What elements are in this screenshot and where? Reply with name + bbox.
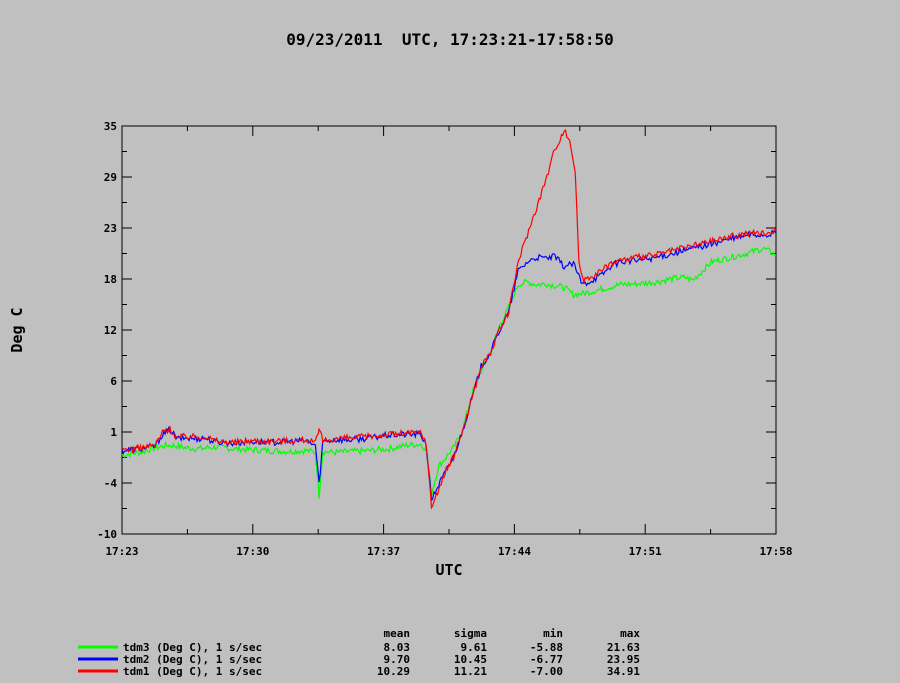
- stats-header: sigma: [454, 627, 487, 640]
- x-tick-label: 17:30: [236, 545, 269, 558]
- series-line-3: [121, 128, 777, 510]
- series-line-1: [121, 246, 777, 499]
- stats-value: 34.91: [607, 665, 640, 678]
- axis-ticks: 17:23 17:30 17:37 17:44 17:51 17:58 35 29 23 18 12…: [97, 120, 792, 558]
- stats-header: max: [620, 627, 640, 640]
- y-tick-label: 1: [110, 426, 117, 439]
- series-lines: [121, 128, 777, 510]
- y-tick-label: -4: [104, 477, 118, 490]
- stats-value: 10.29: [377, 665, 410, 678]
- x-tick-label: 17:23: [105, 545, 138, 558]
- y-tick-label: 6: [110, 375, 117, 388]
- legend-label: tdm1 (Deg C), 1 s/sec: [123, 665, 262, 678]
- y-axis-label: Deg C: [8, 307, 26, 352]
- y-tick-label: 12: [104, 324, 117, 337]
- y-tick-label: 18: [104, 273, 117, 286]
- y-tick-label: 23: [104, 222, 117, 235]
- series-line-2: [121, 229, 777, 502]
- chart-title: 09/23/2011 UTC, 17:23:21-17:58:50: [286, 30, 614, 49]
- y-tick-label: 29: [104, 171, 117, 184]
- y-tick-label: -10: [97, 528, 117, 541]
- legend: mean sigma min maxtdm3 (Deg C), 1 s/sec 8.03…: [78, 627, 640, 678]
- stats-value: -7.00: [530, 665, 563, 678]
- stats-header: min: [543, 627, 563, 640]
- x-tick-label: 17:44: [498, 545, 531, 558]
- x-axis-label: UTC: [435, 561, 462, 579]
- x-tick-label: 17:37: [367, 545, 400, 558]
- y-tick-label: 35: [104, 120, 117, 133]
- x-tick-label: 17:58: [759, 545, 792, 558]
- plot-frame: [121, 125, 777, 535]
- temperature-chart: 09/23/2011 UTC, 17:23:21-17:58:50 17:23 1…: [8, 30, 793, 678]
- x-tick-label: 17:51: [629, 545, 662, 558]
- stats-value: 11.21: [454, 665, 487, 678]
- stats-header: mean: [384, 627, 411, 640]
